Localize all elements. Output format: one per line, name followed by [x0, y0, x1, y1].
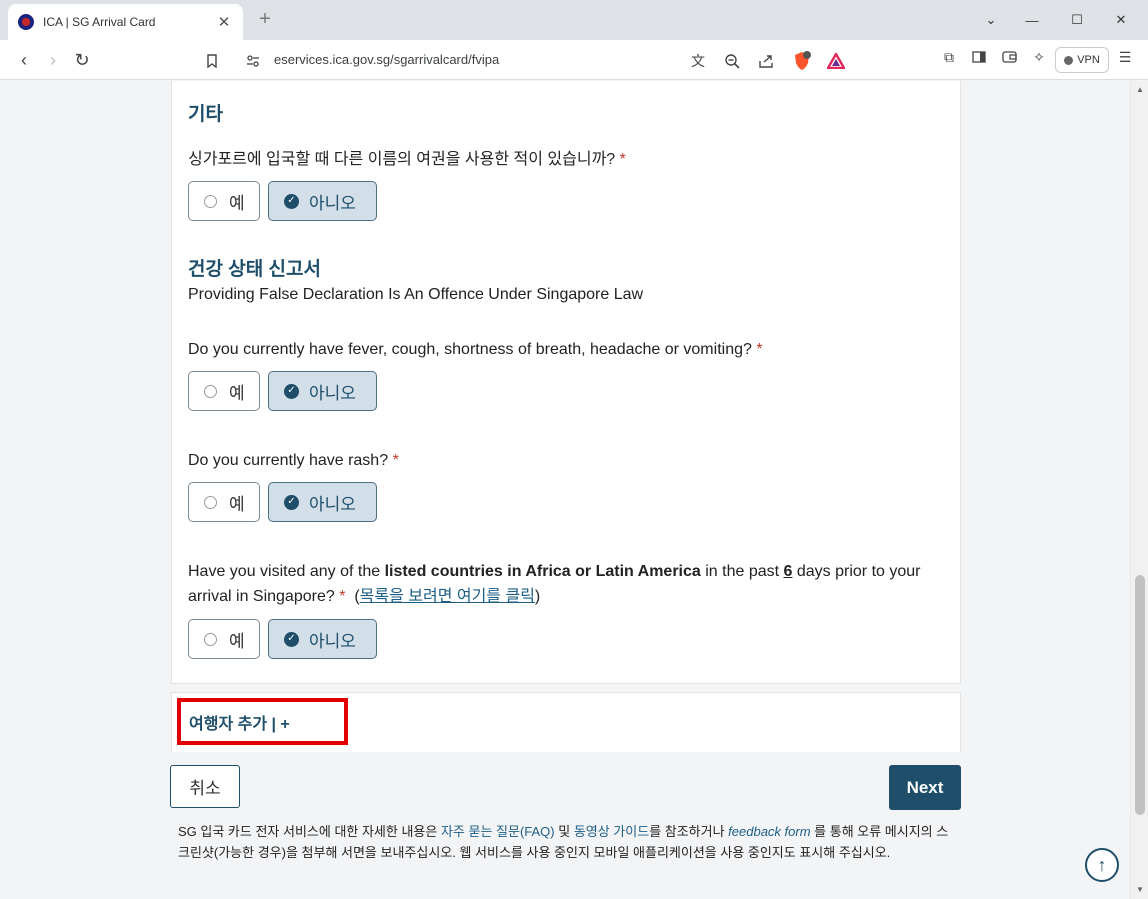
faq-link[interactable]: 자주 묻는 질문(FAQ) [441, 824, 555, 839]
tab-bar: ICA | SG Arrival Card ✕ + ⌄ — ☐ ✕ [0, 0, 1148, 40]
feedback-form-link[interactable]: feedback form [728, 824, 810, 839]
check-circle-icon: ✓ [284, 631, 299, 647]
option-label: 예 [229, 631, 245, 651]
video-guide-link[interactable]: 동영상 가이드 [574, 824, 649, 839]
option-yes-fever[interactable]: 예 [188, 371, 260, 411]
scrollbar-thumb[interactable] [1135, 575, 1145, 815]
footer-text: SG 입국 카드 전자 서비스에 대한 자세한 내용은 [178, 824, 441, 839]
option-no-travel[interactable]: ✓ 아니오 [268, 619, 377, 659]
question-fever: Do you currently have fever, cough, shor… [188, 337, 948, 362]
arrow-up-icon: ↑ [1097, 854, 1107, 875]
form-card: 기타 싱가포르에 입국할 때 다른 이름의 여권을 사용한 적이 있습니까? *… [171, 81, 961, 684]
radio-unselected-icon [204, 495, 217, 509]
check-circle-icon: ✓ [284, 193, 299, 209]
footer-text: 를 참조하거나 [649, 824, 729, 839]
question-other-passport: 싱가포르에 입국할 때 다른 이름의 여권을 사용한 적이 있습니까? * [188, 147, 948, 172]
required-marker: * [756, 341, 763, 358]
question-rash: Do you currently have rash? * [188, 448, 948, 473]
brave-shields-icon[interactable] [791, 50, 813, 72]
required-marker: * [339, 588, 346, 605]
question-text: 싱가포르에 입국할 때 다른 이름의 여권을 사용한 적이 있습니까? [188, 151, 616, 168]
scroll-to-top-button[interactable]: ↑ [1085, 848, 1119, 882]
add-traveller-button[interactable]: 여행자 추가 | + [177, 698, 348, 745]
tab-search-icon[interactable]: ⌄ [981, 10, 1001, 30]
maximize-icon[interactable]: ☐ [1067, 10, 1087, 30]
share-icon[interactable] [755, 50, 777, 72]
radio-unselected-icon [204, 632, 217, 646]
option-label: 예 [229, 494, 245, 514]
close-tab-icon[interactable]: ✕ [215, 13, 233, 31]
translate-icon[interactable]: 文 [687, 50, 709, 72]
vpn-status-icon [1064, 55, 1074, 65]
option-label: 아니오 [309, 494, 356, 514]
option-no-rash[interactable]: ✓ 아니오 [268, 482, 377, 522]
section-title-other: 기타 [188, 104, 223, 125]
health-subtitle: Providing False Declaration Is An Offenc… [188, 286, 644, 303]
address-bar[interactable]: eservices.ica.gov.sg/sgarrivalcard/fvipa… [196, 44, 868, 76]
radio-unselected-icon [204, 384, 217, 398]
option-yes-passport[interactable]: 예 [188, 181, 260, 221]
url-text[interactable]: eservices.ica.gov.sg/sgarrivalcard/fvipa [274, 52, 499, 67]
leo-icon[interactable]: ✧ [1028, 46, 1050, 68]
option-label: 예 [229, 383, 245, 403]
scroll-up-icon[interactable]: ▲ [1135, 85, 1145, 94]
zoom-icon[interactable] [721, 50, 743, 72]
forward-icon[interactable]: › [41, 48, 65, 72]
question-text: Do you currently have fever, cough, shor… [188, 341, 752, 358]
browser-tab[interactable]: ICA | SG Arrival Card ✕ [8, 4, 243, 40]
question-text: in the past [700, 563, 784, 580]
ica-favicon-icon [18, 14, 34, 30]
required-marker: * [392, 452, 399, 469]
reload-icon[interactable]: ↻ [70, 48, 94, 72]
tab-title: ICA | SG Arrival Card [43, 15, 156, 29]
scroll-down-icon[interactable]: ▼ [1135, 885, 1145, 894]
site-settings-icon[interactable] [242, 50, 264, 72]
option-label: 아니오 [309, 631, 356, 651]
question-travel-history: Have you visited any of the listed count… [188, 563, 921, 605]
sidebar-icon[interactable] [968, 46, 990, 68]
option-label: 아니오 [309, 383, 356, 403]
minimize-icon[interactable]: — [1022, 10, 1042, 30]
option-yes-rash[interactable]: 예 [188, 482, 260, 522]
check-circle-icon: ✓ [284, 383, 299, 399]
question-text: Do you currently have rash? [188, 452, 389, 469]
add-traveller-card: 여행자 추가 | + [171, 692, 961, 752]
option-no-fever[interactable]: ✓ 아니오 [268, 371, 377, 411]
extensions-icon[interactable]: ⧉ [938, 46, 960, 68]
option-label: 아니오 [309, 193, 356, 213]
menu-icon[interactable]: ☰ [1114, 46, 1136, 68]
footer-text: 및 [554, 824, 574, 839]
close-window-icon[interactable]: ✕ [1111, 10, 1131, 30]
section-title-health: 건강 상태 신고서 [188, 259, 321, 280]
wallet-icon[interactable] [998, 46, 1020, 68]
next-button[interactable]: Next [889, 765, 961, 810]
browser-toolbar: ‹ › ↻ eservices.ica.gov.sg/sgarrivalcard… [0, 40, 1148, 80]
footer-help-text: SG 입국 카드 전자 서비스에 대한 자세한 내용은 자주 묻는 질문(FAQ… [178, 821, 958, 863]
back-icon[interactable]: ‹ [12, 48, 36, 72]
check-circle-icon: ✓ [284, 494, 299, 510]
vpn-button[interactable]: VPN [1055, 47, 1109, 73]
option-label: 예 [229, 193, 245, 213]
brave-rewards-icon[interactable] [825, 50, 847, 72]
radio-unselected-icon [204, 194, 217, 208]
page-scrollbar[interactable]: ▲ ▼ [1130, 81, 1148, 899]
country-list-link[interactable]: 목록을 보려면 여기를 클릭 [360, 588, 535, 605]
required-marker: * [619, 151, 626, 168]
bookmark-icon[interactable] [201, 50, 223, 72]
option-yes-travel[interactable]: 예 [188, 619, 260, 659]
vpn-label: VPN [1077, 54, 1100, 66]
page-viewport: 기타 싱가포르에 입국할 때 다른 이름의 여권을 사용한 적이 있습니까? *… [0, 81, 1130, 899]
listed-countries-text: listed countries in Africa or Latin Amer… [384, 563, 701, 580]
cancel-button[interactable]: 취소 [170, 765, 240, 808]
new-tab-button[interactable]: + [254, 8, 276, 31]
option-no-passport[interactable]: ✓ 아니오 [268, 181, 377, 221]
question-text: Have you visited any of the [188, 563, 385, 580]
